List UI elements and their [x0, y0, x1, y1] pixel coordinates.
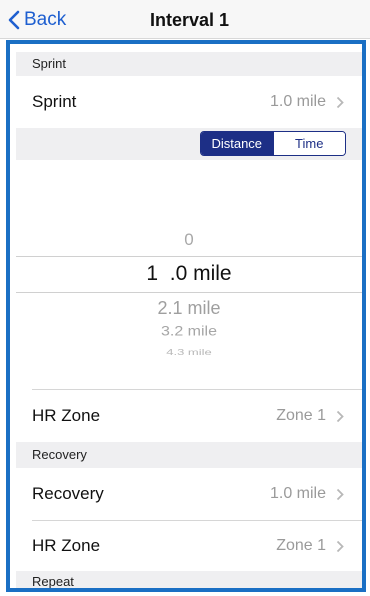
chevron-right-icon: [336, 96, 344, 109]
back-label: Back: [24, 9, 67, 30]
chevron-right-icon: [336, 410, 344, 423]
segment-distance[interactable]: Distance: [201, 132, 273, 155]
distance-time-segmented-control[interactable]: Distance Time: [200, 131, 346, 156]
interval-screen: Back Interval 1 Sprint Sprint 1.0 mile D…: [0, 0, 370, 596]
recovery-distance-row[interactable]: Recovery 1.0 mile: [16, 468, 362, 520]
navigation-bar: Back Interval 1: [0, 0, 370, 39]
picker-item-below-1[interactable]: 2.1 mile: [16, 298, 362, 319]
sprint-hr-zone-label: HR Zone: [32, 406, 101, 425]
chevron-left-icon: [8, 10, 20, 30]
picker-item-below-2[interactable]: 3.2 mile: [16, 324, 362, 340]
back-button[interactable]: Back: [8, 8, 66, 32]
page-title: Interval 1: [150, 10, 230, 30]
picker-item-selected[interactable]: 1 .0 mile: [16, 262, 362, 286]
picker-item-below-3[interactable]: 4.3 mile: [16, 348, 362, 357]
recovery-distance-label: Recovery: [32, 484, 104, 503]
sprint-distance-label: Sprint: [32, 92, 77, 111]
sprint-distance-value: 1.0 mile: [269, 93, 326, 110]
chevron-right-icon: [336, 540, 344, 553]
recovery-hr-zone-label: HR Zone: [32, 536, 101, 555]
picker-item-above[interactable]: 0: [16, 230, 362, 250]
section-header-recovery: Recovery: [16, 442, 362, 468]
section-header-repeat: Repeat: [16, 571, 362, 592]
section-header-sprint: Sprint: [16, 52, 362, 76]
recovery-distance-value: 1.0 mile: [269, 485, 326, 502]
sprint-hr-zone-row[interactable]: HR Zone Zone 1: [16, 390, 362, 442]
recovery-hr-zone-row[interactable]: HR Zone Zone 1: [16, 521, 362, 571]
segment-time[interactable]: Time: [272, 132, 345, 155]
picker-selection-bottom-line: [16, 292, 362, 293]
chevron-right-icon: [336, 488, 344, 501]
recovery-hr-zone-value: Zone 1: [276, 537, 326, 554]
picker-selection-top-line: [16, 256, 362, 257]
sprint-hr-zone-value: Zone 1: [276, 407, 326, 424]
distance-picker[interactable]: 0 1 .0 mile 2.1 mile 3.2 mile 4.3 mile: [16, 160, 362, 390]
sprint-distance-row[interactable]: Sprint 1.0 mile: [16, 76, 362, 128]
